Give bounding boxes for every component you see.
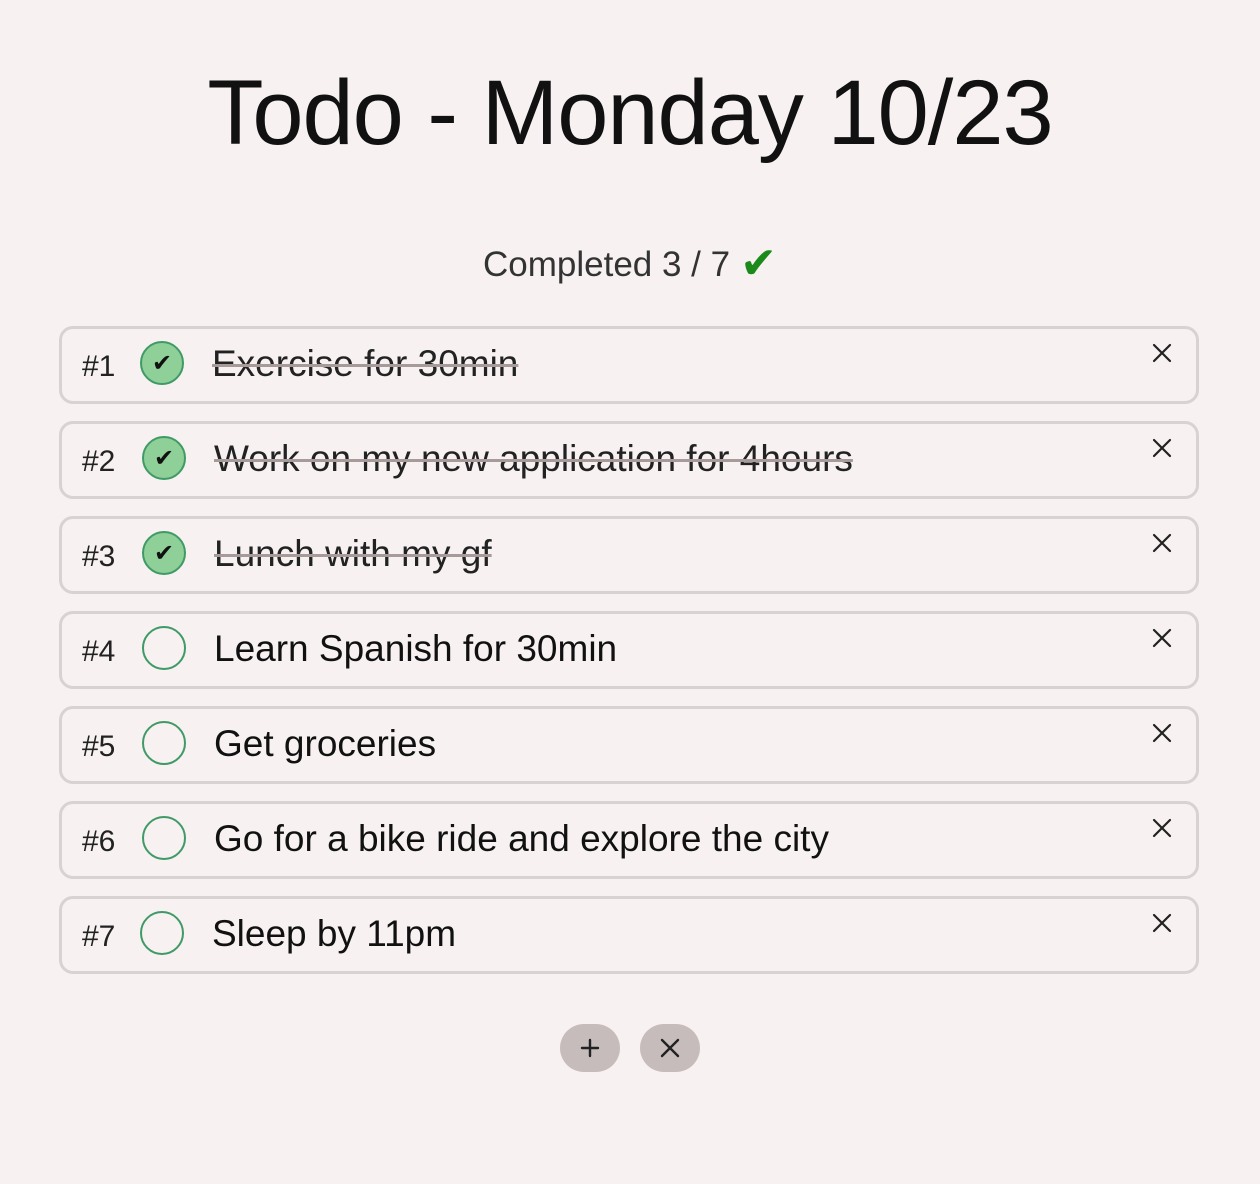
- todo-text[interactable]: Sleep by 11pm: [212, 913, 456, 955]
- plus-icon: [580, 1038, 600, 1058]
- todo-item: #2 ✔ Work on my new application for 4hou…: [59, 421, 1199, 499]
- todo-checkbox[interactable]: ✔: [142, 531, 186, 575]
- todo-text[interactable]: Work on my new application for 4hours: [214, 438, 853, 480]
- check-icon: ✔: [740, 239, 777, 288]
- todo-checkbox[interactable]: [142, 816, 186, 860]
- todo-number: #3: [82, 540, 116, 573]
- delete-todo-button[interactable]: [1148, 814, 1176, 842]
- delete-todo-button[interactable]: [1148, 339, 1176, 367]
- delete-todo-button[interactable]: [1148, 909, 1176, 937]
- checkmark-icon: ✔: [151, 349, 173, 377]
- todo-number: #4: [82, 635, 116, 668]
- page-title: Todo - Monday 10/23: [207, 62, 1053, 164]
- close-icon: [1152, 343, 1172, 363]
- todo-item: #3 ✔ Lunch with my gf: [59, 516, 1199, 594]
- checkmark-icon: ✔: [153, 539, 175, 567]
- todo-number: #7: [82, 920, 116, 953]
- progress-label: Completed 3 / 7: [483, 245, 731, 284]
- todo-number: #6: [82, 825, 116, 858]
- todo-item: #6 Go for a bike ride and explore the ci…: [59, 801, 1199, 879]
- todo-checkbox[interactable]: ✔: [142, 436, 186, 480]
- todo-item: #1 ✔ Exercise for 30min: [59, 326, 1199, 404]
- progress-summary: Completed 3 / 7 ✔: [0, 240, 1260, 289]
- todo-number: #1: [82, 350, 116, 383]
- delete-todo-button[interactable]: [1148, 529, 1176, 557]
- add-todo-button[interactable]: [560, 1024, 620, 1072]
- todo-checkbox[interactable]: [140, 911, 184, 955]
- todo-text[interactable]: Get groceries: [214, 723, 436, 765]
- close-icon: [1152, 533, 1172, 553]
- todo-item: #4 Learn Spanish for 30min: [59, 611, 1199, 689]
- todo-list: #1 ✔ Exercise for 30min #2 ✔ Work on my …: [59, 326, 1199, 991]
- todo-text[interactable]: Exercise for 30min: [212, 343, 518, 385]
- delete-todo-button[interactable]: [1148, 719, 1176, 747]
- todo-number: #2: [82, 445, 116, 478]
- todo-item: #7 Sleep by 11pm: [59, 896, 1199, 974]
- todo-text[interactable]: Go for a bike ride and explore the city: [214, 818, 829, 860]
- checkmark-icon: ✔: [153, 444, 175, 472]
- todo-text[interactable]: Learn Spanish for 30min: [214, 628, 617, 670]
- close-icon: [1152, 723, 1172, 743]
- close-icon: [1152, 818, 1172, 838]
- close-icon: [1152, 438, 1172, 458]
- todo-text[interactable]: Lunch with my gf: [214, 533, 492, 575]
- delete-todo-button[interactable]: [1148, 624, 1176, 652]
- todo-number: #5: [82, 730, 116, 763]
- todo-checkbox[interactable]: [142, 626, 186, 670]
- close-icon: [1152, 913, 1172, 933]
- todo-checkbox[interactable]: ✔: [140, 341, 184, 385]
- close-icon: [1152, 628, 1172, 648]
- list-actions: [0, 1024, 1260, 1072]
- todo-item: #5 Get groceries: [59, 706, 1199, 784]
- todo-checkbox[interactable]: [142, 721, 186, 765]
- clear-todos-button[interactable]: [640, 1024, 700, 1072]
- close-icon: [660, 1038, 680, 1058]
- delete-todo-button[interactable]: [1148, 434, 1176, 462]
